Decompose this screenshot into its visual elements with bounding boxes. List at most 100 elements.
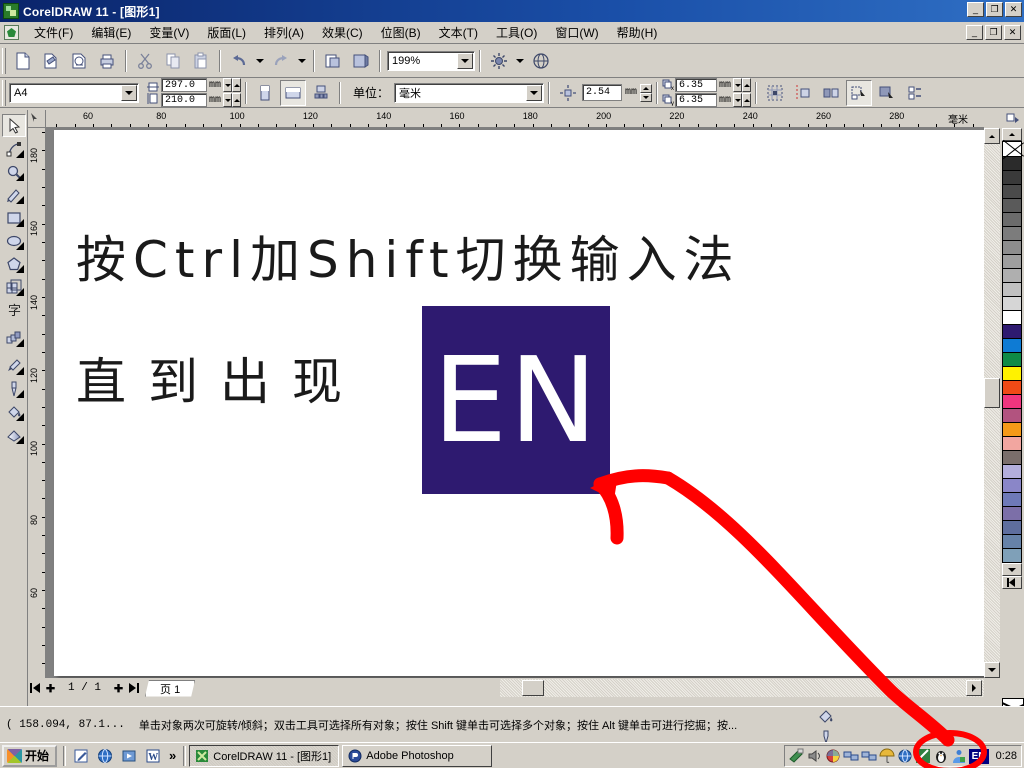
palette-swatch[interactable] xyxy=(1002,184,1022,199)
ellipse-tool[interactable] xyxy=(2,229,26,252)
ruler-origin-corner[interactable] xyxy=(28,110,46,128)
palette-swatch[interactable] xyxy=(1002,170,1022,185)
quicklaunch-internet-icon[interactable] xyxy=(95,746,115,766)
palette-swatch[interactable] xyxy=(1002,254,1022,269)
units-combo[interactable]: 毫米 xyxy=(394,82,545,103)
freehand-tool-flyout-arrow-icon[interactable] xyxy=(16,196,24,204)
palette-swatch[interactable] xyxy=(1002,310,1022,325)
palette-swatch[interactable] xyxy=(1002,380,1022,395)
palette-swatch[interactable] xyxy=(1002,464,1022,479)
page-width-spin-down[interactable] xyxy=(223,78,233,92)
vscroll-down-button[interactable] xyxy=(984,662,1000,678)
document-icon[interactable] xyxy=(4,25,19,40)
palette-swatch[interactable] xyxy=(1002,212,1022,227)
menu-item-view[interactable]: 变量(V) xyxy=(140,22,198,43)
language-indicator[interactable]: EN xyxy=(968,748,989,764)
start-button[interactable]: 开始 xyxy=(2,744,58,767)
task-button-coreldraw[interactable]: CorelDRAW 11 - [图形1] xyxy=(189,744,340,767)
zoom-level-combo[interactable]: 199% xyxy=(387,50,475,71)
ellipse-tool-flyout-arrow-icon[interactable] xyxy=(16,242,24,250)
shape-tool[interactable] xyxy=(2,137,26,160)
vertical-ruler[interactable]: 180 160 140 120 100 80 60 xyxy=(28,128,46,678)
paper-type-combo[interactable]: A4 xyxy=(9,82,139,103)
add-page-after-icon[interactable] xyxy=(111,681,126,696)
tray-network1-icon[interactable] xyxy=(843,748,859,764)
dynamic-guides-icon[interactable] xyxy=(874,80,900,106)
document-page[interactable]: 按Ctrl加Shift切换输入法 直到出现 EN xyxy=(54,130,984,676)
canvas-text-line-2[interactable]: 直到出现 xyxy=(76,342,364,414)
minimize-button[interactable]: _ xyxy=(967,2,984,17)
task-button-photoshop[interactable]: Adobe Photoshop xyxy=(342,744,493,767)
duplicate-y-field[interactable]: 6.35 xyxy=(675,93,718,107)
palette-swatch[interactable] xyxy=(1002,324,1022,339)
duplicate-y-spin-up[interactable] xyxy=(742,93,752,107)
palette-swatch-no-color[interactable] xyxy=(1002,141,1022,157)
rectangle-tool-flyout-arrow-icon[interactable] xyxy=(16,219,24,227)
outline-tool[interactable] xyxy=(2,377,26,400)
zoom-level-dropdown-arrow-icon[interactable] xyxy=(457,52,473,69)
drawing-canvas[interactable]: 按Ctrl加Shift切换输入法 直到出现 EN xyxy=(46,128,984,678)
docker-toggle-button[interactable] xyxy=(1002,110,1024,128)
palette-swatch[interactable] xyxy=(1002,492,1022,507)
undo-icon[interactable] xyxy=(226,48,252,74)
zoom-tool[interactable] xyxy=(2,160,26,183)
palette-swatch[interactable] xyxy=(1002,338,1022,353)
palette-swatch[interactable] xyxy=(1002,408,1022,423)
menu-item-tools[interactable]: 工具(O) xyxy=(487,22,546,43)
tray-scanner-icon[interactable] xyxy=(788,748,805,764)
tray-volume-icon[interactable] xyxy=(807,748,823,764)
palette-scroll-home-icon[interactable] xyxy=(1002,576,1022,589)
export-icon[interactable] xyxy=(348,48,374,74)
interactive-blend-tool-flyout-arrow-icon[interactable] xyxy=(16,339,24,347)
portrait-icon[interactable] xyxy=(252,80,278,106)
import-icon[interactable] xyxy=(320,48,346,74)
palette-swatch[interactable] xyxy=(1002,394,1022,409)
duplicate-x-spin-up[interactable] xyxy=(742,78,752,92)
quicklaunch-overflow-button[interactable]: » xyxy=(169,748,176,763)
page-height-spin-up[interactable] xyxy=(232,93,242,107)
palette-scroll-up-icon[interactable] xyxy=(1002,128,1022,141)
menu-item-text[interactable]: 文本(T) xyxy=(430,22,487,43)
save-icon[interactable] xyxy=(66,48,92,74)
interactive-fill-tool-flyout-arrow-icon[interactable] xyxy=(16,436,24,444)
options-icon[interactable] xyxy=(902,80,928,106)
palette-swatch[interactable] xyxy=(1002,506,1022,521)
app-launcher-icon[interactable] xyxy=(486,48,512,74)
vscroll-thumb[interactable] xyxy=(984,378,1000,408)
menu-item-edit[interactable]: 编辑(E) xyxy=(82,22,140,43)
outline-tool-flyout-arrow-icon[interactable] xyxy=(16,390,24,398)
palette-swatch[interactable] xyxy=(1002,422,1022,437)
copy-icon[interactable] xyxy=(160,48,186,74)
add-page-before-icon[interactable] xyxy=(43,681,58,696)
hscroll-track[interactable] xyxy=(500,679,984,697)
restore-button[interactable]: ❐ xyxy=(986,2,1003,17)
eyedropper-tool-flyout-arrow-icon[interactable] xyxy=(16,367,24,375)
page-tab-1[interactable]: 页 1 xyxy=(145,679,196,697)
nudge-spin-up[interactable] xyxy=(640,83,653,93)
landscape-icon[interactable] xyxy=(280,79,307,106)
palette-swatch[interactable] xyxy=(1002,282,1022,297)
mdi-minimize-button[interactable]: _ xyxy=(966,25,983,40)
duplicate-y-spin-down[interactable] xyxy=(733,93,743,107)
mdi-close-button[interactable]: ✕ xyxy=(1004,25,1021,40)
text-tool[interactable]: 字 xyxy=(2,298,26,321)
tray-network2-icon[interactable] xyxy=(861,748,877,764)
palette-swatch[interactable] xyxy=(1002,366,1022,381)
paper-type-dropdown-arrow-icon[interactable] xyxy=(121,84,137,101)
new-icon[interactable] xyxy=(10,48,36,74)
menu-item-effects[interactable]: 效果(C) xyxy=(313,22,372,43)
quicklaunch-word-icon[interactable]: W xyxy=(143,746,163,766)
graph-paper-tool[interactable] xyxy=(2,275,26,298)
palette-swatch[interactable] xyxy=(1002,478,1022,493)
hscroll-right-button[interactable] xyxy=(966,680,982,696)
interactive-fill-tool[interactable] xyxy=(2,423,26,446)
mdi-restore-button[interactable]: ❐ xyxy=(985,25,1002,40)
cut-icon[interactable] xyxy=(132,48,158,74)
hscroll-thumb[interactable] xyxy=(522,680,544,696)
polygon-tool-flyout-arrow-icon[interactable] xyxy=(16,265,24,273)
canvas-text-line-1[interactable]: 按Ctrl加Shift切换输入法 xyxy=(76,220,741,292)
nudge-spin-down[interactable] xyxy=(640,92,653,102)
polygon-tool[interactable] xyxy=(2,252,26,275)
redo-dropdown-arrow-icon[interactable] xyxy=(296,48,308,74)
palette-scroll-down-icon[interactable] xyxy=(1002,563,1022,576)
